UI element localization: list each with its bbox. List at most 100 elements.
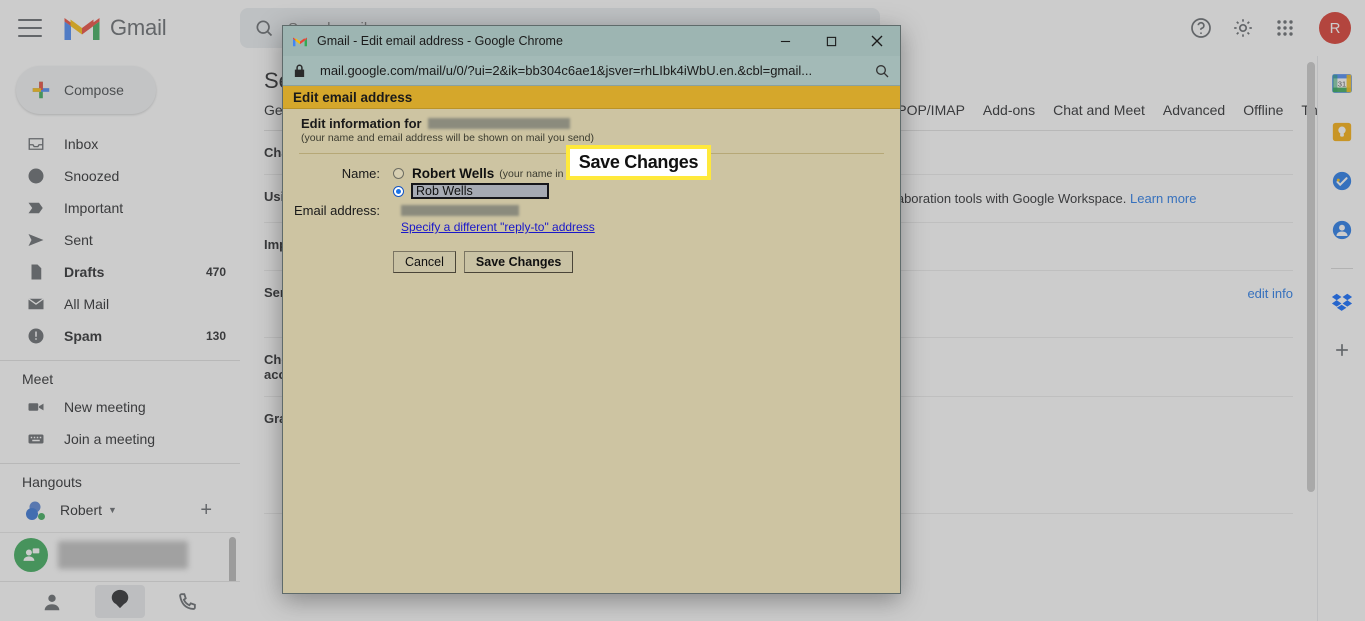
- save-changes-callout: Save Changes: [566, 145, 711, 180]
- name-option-custom[interactable]: [393, 183, 549, 199]
- save-changes-button[interactable]: Save Changes: [463, 251, 574, 273]
- clock-icon: [26, 166, 46, 186]
- spam-icon: [26, 326, 46, 346]
- sidebar-item-label: Sent: [64, 232, 93, 248]
- custom-name-input[interactable]: [411, 183, 549, 199]
- compose-label: Compose: [64, 82, 124, 98]
- sidebar-item-snoozed[interactable]: Snoozed: [0, 160, 240, 192]
- dialog-title: Edit email address: [283, 86, 900, 109]
- dropbox-icon[interactable]: [1331, 291, 1353, 318]
- inbox-icon: [26, 134, 46, 154]
- rail-divider: [1330, 268, 1353, 269]
- compose-plus-icon: [32, 81, 50, 99]
- redacted-contact-name: [58, 541, 188, 569]
- avatar[interactable]: R: [1319, 12, 1351, 44]
- gmail-m-icon: [64, 18, 100, 40]
- google-calendar-icon[interactable]: 31: [1331, 72, 1353, 99]
- svg-text:31: 31: [1337, 80, 1345, 89]
- lock-icon: [294, 64, 305, 77]
- main-menu-icon[interactable]: [18, 19, 42, 37]
- minimize-button[interactable]: [762, 26, 808, 56]
- sidebar-item-label: Drafts: [64, 264, 105, 280]
- tab-advanced[interactable]: Advanced: [1163, 102, 1225, 118]
- gmail-logo[interactable]: Gmail: [62, 13, 167, 43]
- maximize-button[interactable]: [808, 26, 854, 56]
- sidebar-item-label: Join a meeting: [64, 431, 156, 447]
- email-address-label: Email address:: [294, 203, 380, 218]
- gmail-wordmark: Gmail: [110, 15, 167, 40]
- list-item[interactable]: [0, 533, 240, 577]
- popup-content: Edit email address Edit information for …: [283, 86, 900, 593]
- phone-icon[interactable]: [177, 591, 199, 613]
- sidebar-item-label: New meeting: [64, 399, 146, 415]
- contact-avatar: [14, 538, 48, 572]
- gmail-favicon: [293, 37, 307, 46]
- sidebar-item-label: All Mail: [64, 296, 110, 312]
- popup-url-bar: mail.google.com/mail/u/0/?ui=2&ik=bb304c…: [283, 56, 900, 86]
- hangouts-add-button[interactable]: +: [200, 499, 212, 522]
- meet-section-title: Meet: [22, 371, 54, 387]
- sidebar: Compose Inbox Snoozed Important Sent Dra…: [0, 56, 240, 621]
- sidebar-nav: Inbox Snoozed Important Sent Drafts 470 …: [0, 128, 240, 352]
- sidebar-item-spam[interactable]: Spam 130: [0, 320, 240, 352]
- settings-gear-icon[interactable]: [1231, 16, 1255, 40]
- hangouts-tab[interactable]: [95, 585, 145, 618]
- cancel-button[interactable]: Cancel: [393, 251, 456, 273]
- reply-to-row: Specify a different "reply-to" address: [283, 220, 900, 234]
- google-tasks-icon[interactable]: [1331, 170, 1353, 197]
- sidebar-item-drafts[interactable]: Drafts 470: [0, 256, 240, 288]
- sidebar-item-important[interactable]: Important: [0, 192, 240, 224]
- tab-offline[interactable]: Offline: [1243, 102, 1283, 118]
- important-icon: [26, 198, 46, 218]
- chrome-popup-window: Gmail - Edit email address - Google Chro…: [282, 25, 901, 594]
- sidebar-item-count: 470: [205, 265, 226, 279]
- hangouts-user-row[interactable]: Robert ▼ +: [0, 494, 240, 526]
- sidebar-item-sent[interactable]: Sent: [0, 224, 240, 256]
- help-icon[interactable]: [1189, 16, 1213, 40]
- hangouts-user-name: Robert: [60, 502, 103, 518]
- tab-add-ons[interactable]: Add-ons: [983, 102, 1035, 118]
- person-icon[interactable]: [41, 591, 63, 613]
- popup-window-title: Gmail - Edit email address - Google Chro…: [317, 34, 563, 48]
- google-contacts-icon[interactable]: [1331, 219, 1353, 246]
- hangouts-icon: [111, 589, 129, 609]
- send-icon: [26, 230, 46, 250]
- sidebar-item-inbox[interactable]: Inbox: [0, 128, 240, 160]
- window-controls: [762, 26, 900, 56]
- compose-button[interactable]: Compose: [16, 66, 156, 114]
- radio-button-account-name[interactable]: [393, 168, 404, 179]
- callout-label: Save Changes: [578, 152, 699, 172]
- learn-more-link[interactable]: Learn more: [1130, 191, 1196, 206]
- search-icon: [256, 20, 273, 37]
- close-button[interactable]: [854, 26, 900, 56]
- edit-information-note: (your name and email address will be sho…: [301, 132, 594, 144]
- redacted-account-email: [427, 118, 570, 129]
- keyboard-icon: [26, 429, 46, 449]
- sidebar-item-all-mail[interactable]: All Mail: [0, 288, 240, 320]
- reply-to-control: Specify a different "reply-to" address: [393, 220, 595, 234]
- dialog-buttons: Cancel Save Changes: [393, 251, 900, 273]
- header-actions: R: [1189, 0, 1351, 56]
- video-camera-icon: [26, 397, 46, 417]
- account-name-value: Robert Wells: [412, 166, 495, 181]
- edit-email-form: Name: Robert Wells (your name in Google …: [283, 166, 900, 273]
- edit-info-link[interactable]: edit info: [1247, 286, 1293, 301]
- hangouts-avatar: [22, 498, 46, 522]
- specify-reply-to-link[interactable]: Specify a different "reply-to" address: [401, 220, 595, 234]
- hangouts-section-title: Hangouts: [22, 474, 82, 490]
- sidebar-item-join-meeting[interactable]: Join a meeting: [0, 423, 240, 455]
- draft-icon: [26, 262, 46, 282]
- email-address-row: Email address:: [283, 203, 900, 218]
- tab-chat-and-meet[interactable]: Chat and Meet: [1053, 102, 1145, 118]
- page-zoom-icon[interactable]: [874, 63, 890, 79]
- apps-grid-icon[interactable]: [1273, 16, 1297, 40]
- email-address-value: [393, 205, 519, 216]
- edit-information-label: Edit information for: [301, 116, 422, 131]
- google-keep-icon[interactable]: [1331, 121, 1353, 148]
- add-addon-icon[interactable]: [1332, 340, 1352, 365]
- radio-button-custom-name[interactable]: [393, 185, 404, 197]
- chevron-down-icon[interactable]: ▼: [108, 505, 117, 515]
- sidebar-item-new-meeting[interactable]: New meeting: [0, 391, 240, 423]
- page-scrollbar[interactable]: [1307, 62, 1315, 492]
- popup-titlebar[interactable]: Gmail - Edit email address - Google Chro…: [283, 26, 900, 56]
